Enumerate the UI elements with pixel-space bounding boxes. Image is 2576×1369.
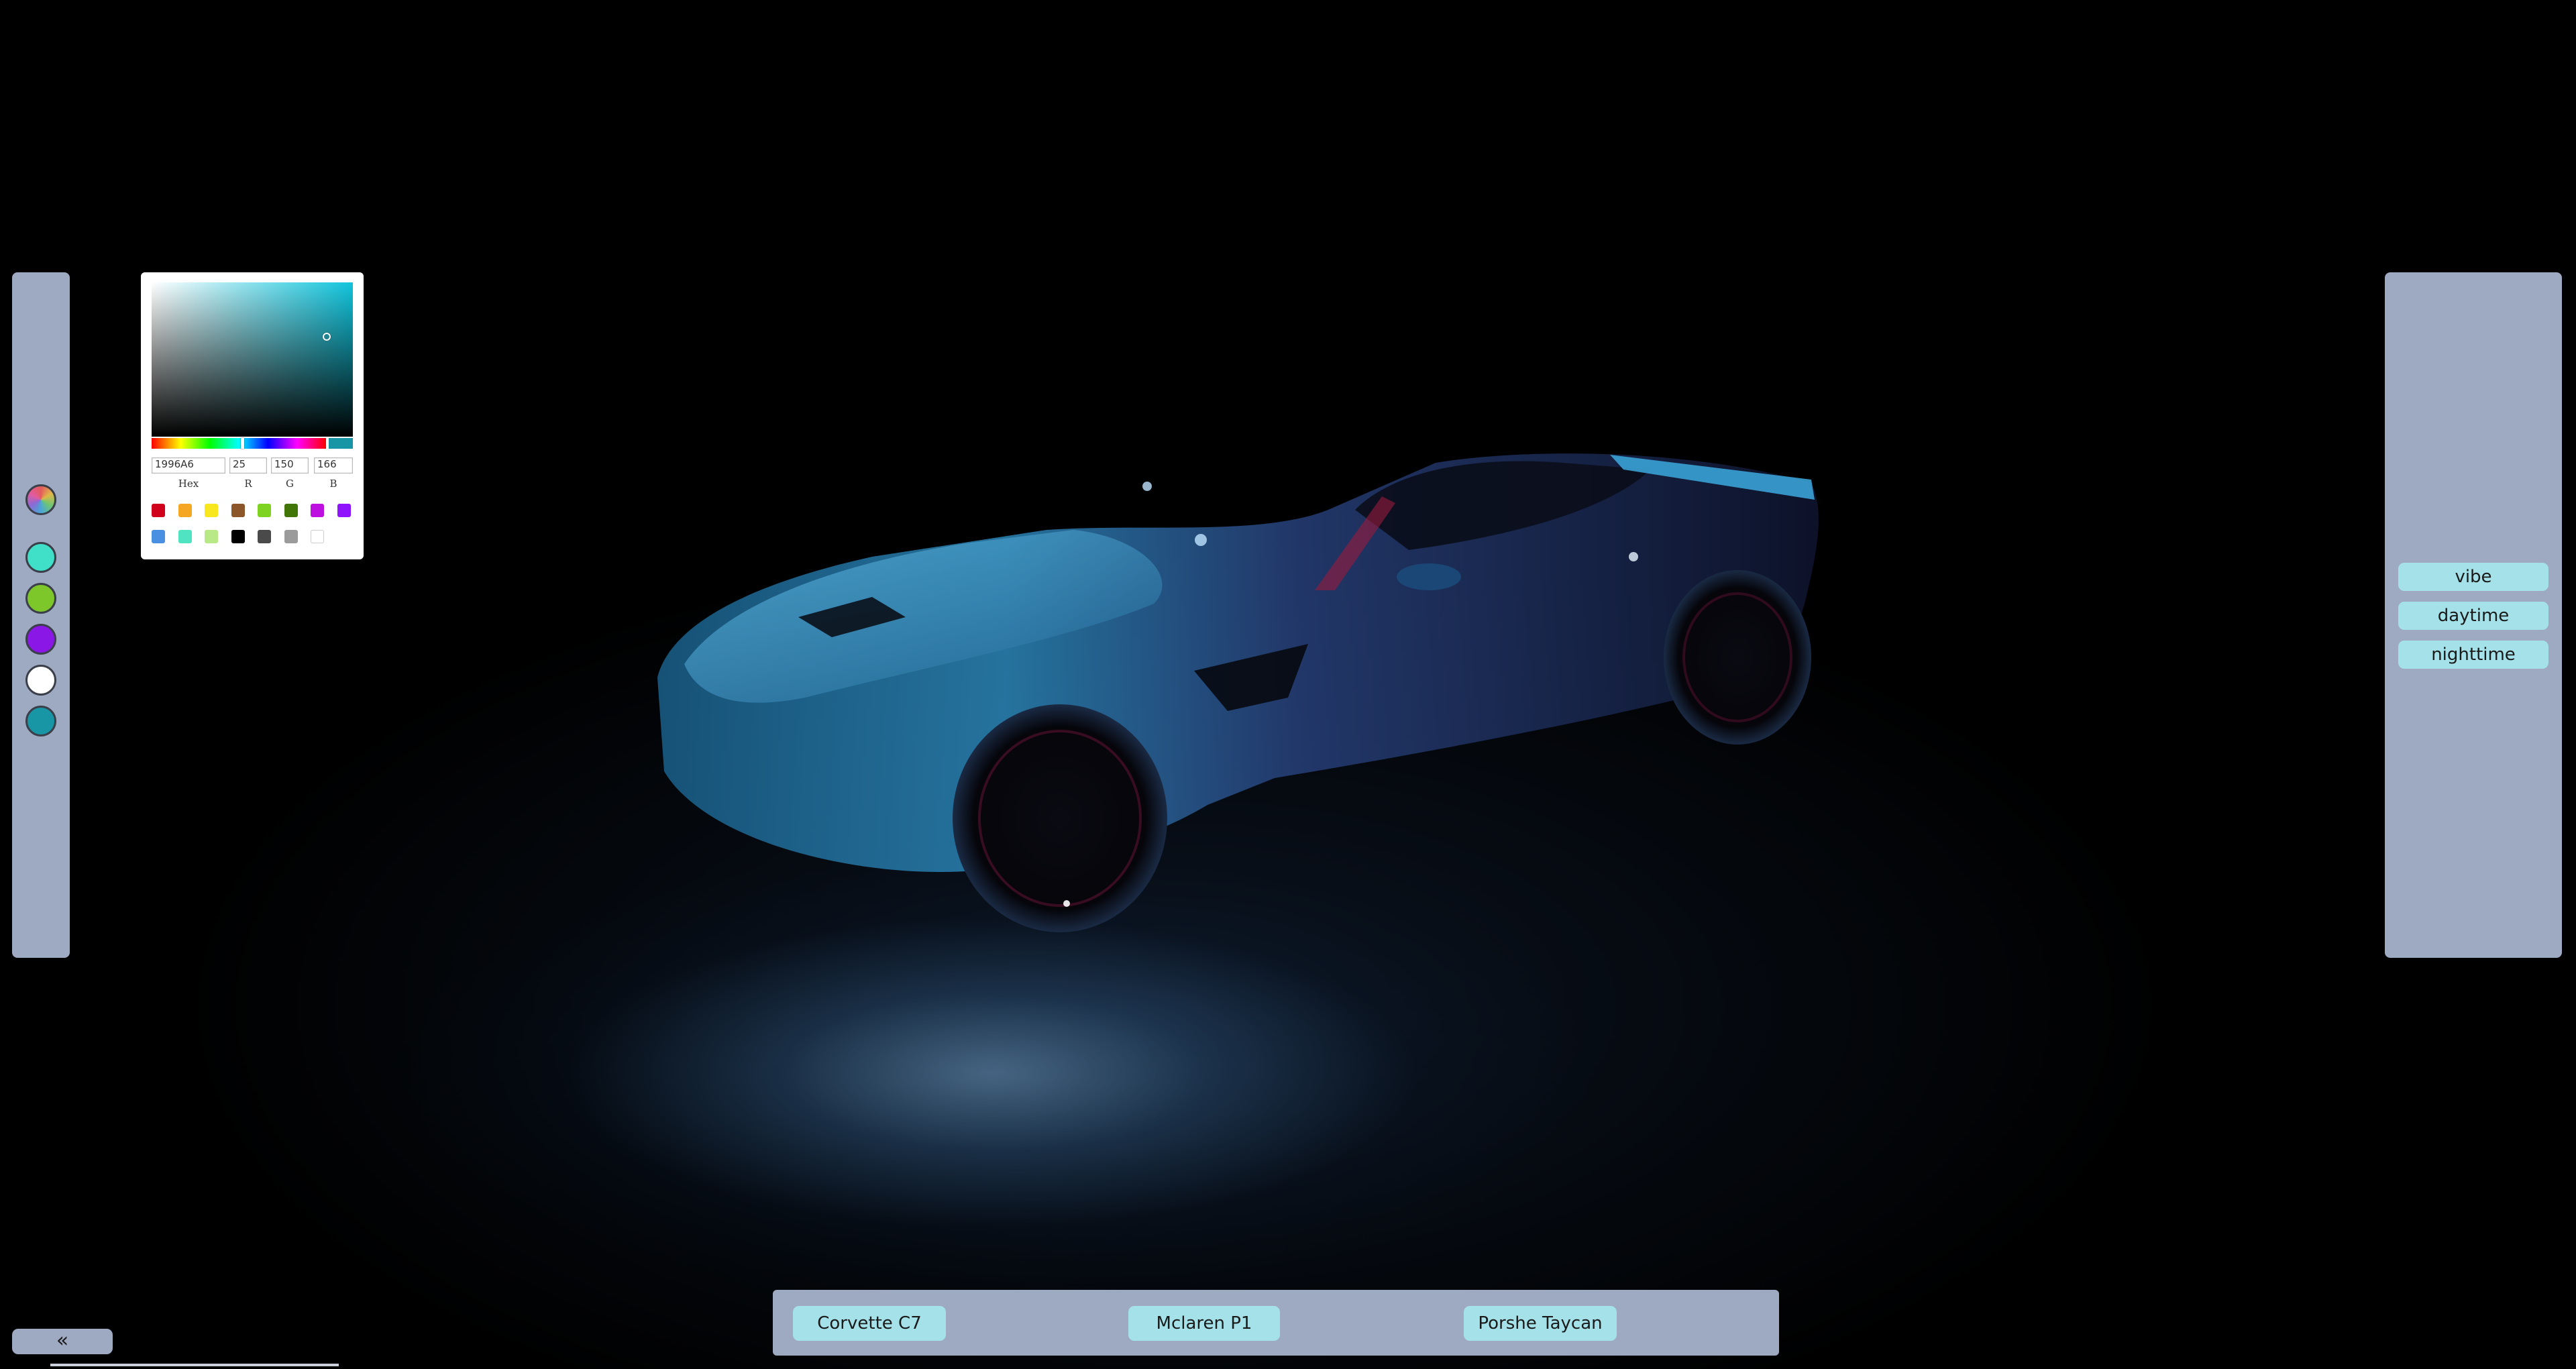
collapse-button[interactable]: « bbox=[12, 1329, 113, 1354]
preset-swatch[interactable] bbox=[231, 504, 245, 517]
swatch-turquoise[interactable] bbox=[25, 542, 56, 573]
color-picker: 1996A6 25 150 166 Hex R G B bbox=[141, 272, 364, 559]
saturation-cursor[interactable] bbox=[323, 333, 331, 341]
preset-swatch[interactable] bbox=[178, 530, 192, 543]
vibe-button[interactable]: vibe bbox=[2398, 563, 2548, 591]
car-mclaren-button[interactable]: Mclaren P1 bbox=[1128, 1306, 1280, 1341]
car-rear-wheel bbox=[1664, 570, 1811, 745]
preset-swatch[interactable] bbox=[258, 504, 271, 517]
g-input[interactable]: 150 bbox=[271, 457, 309, 474]
preset-swatch[interactable] bbox=[178, 504, 192, 517]
b-label: B bbox=[329, 478, 337, 490]
viewer-canvas[interactable]: 1996A6 25 150 166 Hex R G B vibe daytime… bbox=[0, 0, 2576, 1369]
r-label: R bbox=[244, 478, 252, 490]
preset-swatch[interactable] bbox=[231, 530, 245, 543]
car-3d-scene[interactable] bbox=[0, 0, 2576, 1369]
swatch-white[interactable] bbox=[25, 665, 56, 696]
car-taycan-button[interactable]: Porshe Taycan bbox=[1464, 1306, 1617, 1341]
preset-swatch[interactable] bbox=[205, 530, 218, 543]
preset-swatch[interactable] bbox=[152, 504, 165, 517]
color-preview bbox=[329, 438, 353, 449]
b-input[interactable]: 166 bbox=[314, 457, 353, 474]
environment-panel: vibe daytime nighttime bbox=[2385, 272, 2562, 958]
swatch-purple[interactable] bbox=[25, 624, 56, 655]
car-mirror bbox=[1397, 563, 1461, 590]
color-swatch-panel bbox=[12, 272, 70, 958]
r-input[interactable]: 25 bbox=[229, 457, 267, 474]
preset-swatch[interactable] bbox=[284, 530, 298, 543]
scrollbar[interactable] bbox=[50, 1364, 339, 1366]
preset-swatch[interactable] bbox=[337, 504, 351, 517]
custom-color-button[interactable] bbox=[25, 484, 56, 515]
preset-swatch[interactable] bbox=[284, 504, 298, 517]
saturation-area[interactable] bbox=[152, 282, 353, 437]
preset-swatch[interactable] bbox=[311, 530, 324, 543]
preset-swatch[interactable] bbox=[205, 504, 218, 517]
g-label: G bbox=[286, 478, 294, 490]
preset-swatch[interactable] bbox=[311, 504, 324, 517]
car-selector-panel: Corvette C7 Mclaren P1 Porshe Taycan bbox=[773, 1290, 1779, 1356]
preset-swatch[interactable] bbox=[152, 530, 165, 543]
car-corvette-button[interactable]: Corvette C7 bbox=[793, 1306, 946, 1341]
hue-slider-handle[interactable] bbox=[241, 438, 244, 449]
car-front-wheel bbox=[953, 704, 1167, 932]
hue-slider[interactable] bbox=[152, 438, 326, 449]
hex-label: Hex bbox=[178, 478, 199, 490]
swatch-green[interactable] bbox=[25, 583, 56, 614]
swatch-teal[interactable] bbox=[25, 706, 56, 736]
nighttime-button[interactable]: nighttime bbox=[2398, 641, 2548, 669]
preset-swatch[interactable] bbox=[258, 530, 271, 543]
hex-input[interactable]: 1996A6 bbox=[152, 457, 225, 474]
daytime-button[interactable]: daytime bbox=[2398, 602, 2548, 630]
